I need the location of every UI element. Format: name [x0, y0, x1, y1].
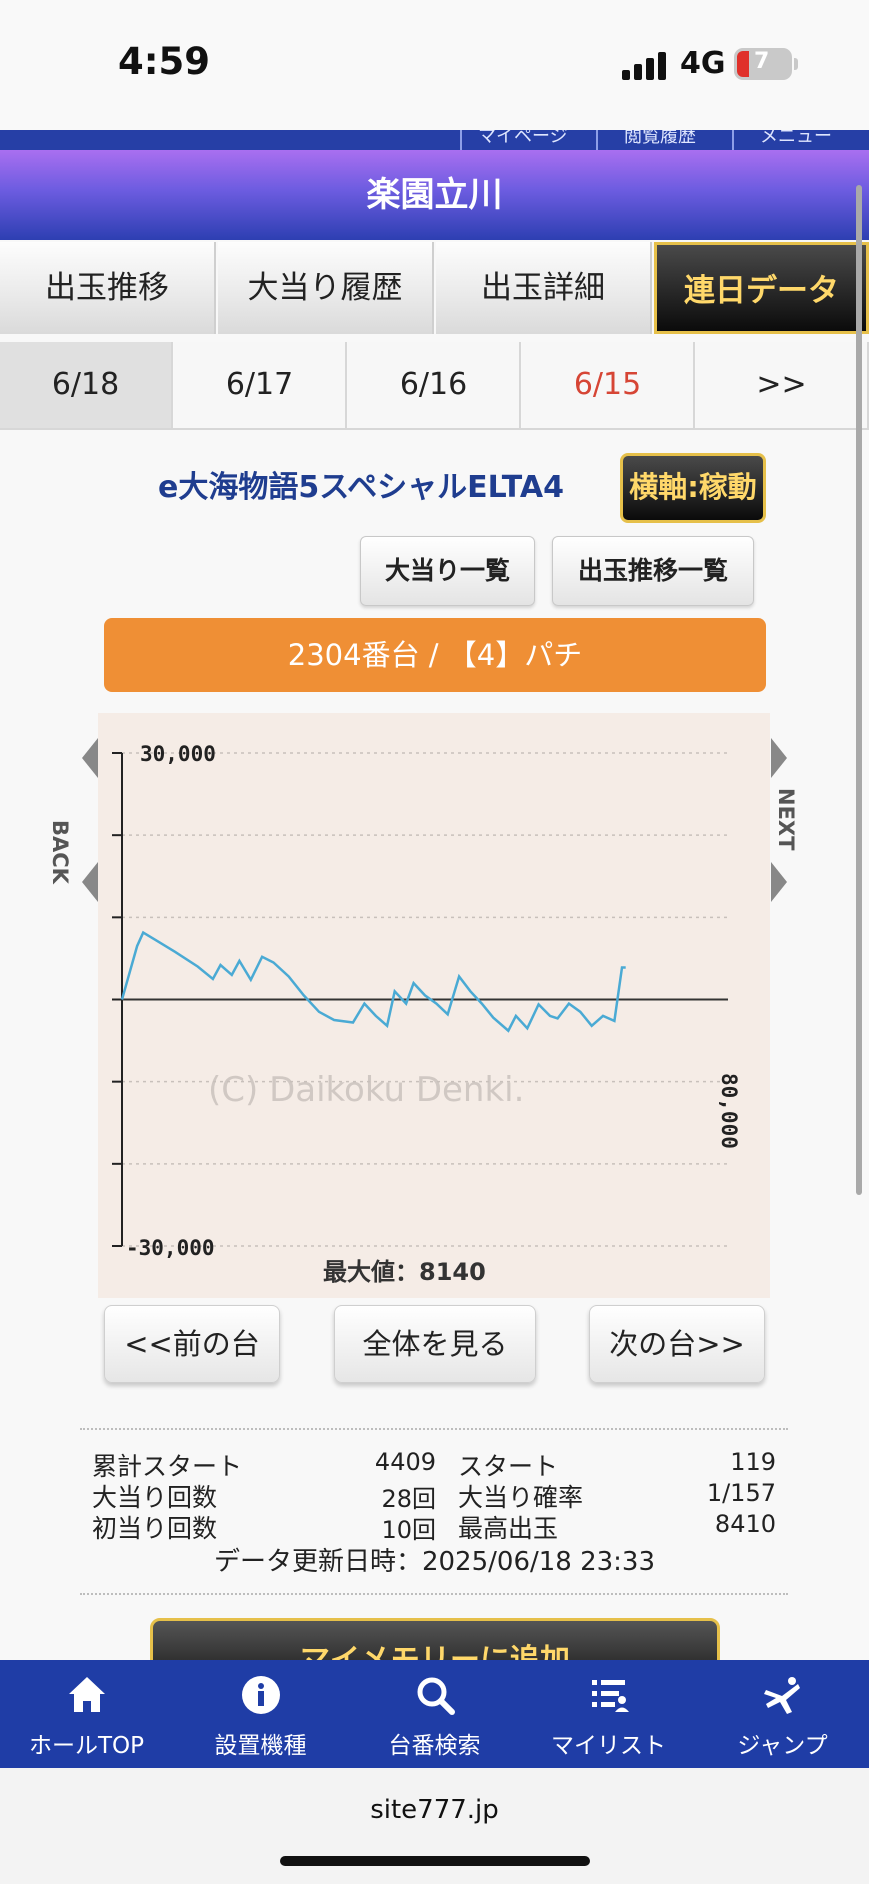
battery-level: 7	[754, 49, 770, 74]
tab-daily-data[interactable]: 連日データ	[654, 242, 869, 334]
tab-jackpot-history[interactable]: 大当り履歴	[218, 242, 434, 334]
bottom-nav: ホールTOP 設置機種 台番検索 マイリスト ジャンプ	[0, 1660, 869, 1768]
top-menu-strip: マイページ 閲覧履歴 メニュー	[0, 130, 869, 150]
divider	[80, 1428, 788, 1430]
info-icon	[242, 1676, 280, 1714]
scrollbar[interactable]	[856, 185, 862, 1195]
nav-installed-models[interactable]: 設置機種	[174, 1660, 347, 1768]
nav-label: マイリスト	[551, 1733, 666, 1759]
tab-output-detail[interactable]: 出玉詳細	[436, 242, 652, 334]
date-tab-more[interactable]: >>	[696, 342, 869, 428]
stat-value: 1/157	[706, 1479, 776, 1507]
nav-label: 台番検索	[388, 1733, 481, 1759]
nav-unit-search[interactable]: 台番検索	[348, 1660, 521, 1768]
max-value-label: 最大値：8140	[323, 1258, 486, 1286]
axis-toggle-button[interactable]: 横軸:稼動	[620, 453, 766, 523]
nav-label: 設置機種	[214, 1733, 307, 1759]
battery-tip	[794, 58, 798, 70]
output-chart: 30,000 -30,000 (C) Daikoku Denki. 80,000…	[98, 713, 770, 1298]
chart-svg: 30,000 -30,000 (C) Daikoku Denki. 80,000…	[112, 742, 741, 1286]
date-tab-0617[interactable]: 6/17	[174, 342, 347, 428]
jackpot-list-button[interactable]: 大当り一覧	[360, 536, 535, 606]
x-max-label: 80,000	[717, 1073, 741, 1149]
date-tab-0616[interactable]: 6/16	[348, 342, 521, 428]
y-ticks	[112, 752, 122, 1247]
nav-hall-top[interactable]: ホールTOP	[0, 1660, 173, 1768]
next-arrow-icon[interactable]	[771, 738, 787, 778]
data-updated-time: データ更新日時：2025/06/18 23:33	[213, 1547, 656, 1577]
stat-value: 4409	[374, 1448, 436, 1476]
home-icon	[69, 1677, 105, 1712]
date-tab-0618[interactable]: 6/18	[0, 342, 173, 428]
back-arrow-icon[interactable]	[82, 738, 98, 778]
date-tab-0615[interactable]: 6/15	[522, 342, 695, 428]
chart-series-line	[120, 930, 626, 1033]
trend-list-button[interactable]: 出玉推移一覧	[552, 536, 754, 606]
nav-my-list[interactable]: マイリスト	[522, 1660, 695, 1768]
stat-value: 8410	[714, 1510, 776, 1538]
stat-value: 119	[730, 1448, 776, 1476]
top-strip-item-mypage[interactable]: マイページ	[478, 130, 568, 148]
browser-url-bar[interactable]	[0, 1768, 869, 1884]
unit-banner: 2304番台 / 【4】パチ	[104, 618, 766, 692]
stat-label: 初当り回数	[92, 1514, 218, 1543]
stat-value: 28回	[381, 1485, 436, 1513]
stat-label: 最高出玉	[458, 1514, 559, 1543]
view-all-button[interactable]: 全体を見る	[334, 1305, 536, 1383]
divider	[80, 1593, 788, 1595]
divider	[0, 428, 869, 430]
list-icon	[592, 1680, 629, 1712]
jump-icon	[764, 1677, 800, 1714]
tab-output-trend[interactable]: 出玉推移	[0, 242, 216, 334]
y-tick-label-top: 30,000	[140, 742, 216, 766]
nav-jump[interactable]: ジャンプ	[696, 1660, 869, 1768]
home-indicator[interactable]	[280, 1856, 590, 1866]
page-header: 楽園立川	[0, 150, 869, 240]
search-icon	[417, 1677, 455, 1715]
back-arrow-icon[interactable]	[82, 862, 98, 902]
next-machine-button[interactable]: 次の台>>	[589, 1305, 765, 1383]
machine-name: e大海物語5スペシャルELTA4	[158, 470, 564, 505]
signal-icon	[622, 50, 668, 80]
top-strip-item-history[interactable]: 閲覧履歴	[624, 130, 696, 148]
top-strip-item-menu[interactable]: メニュー	[760, 130, 832, 148]
back-label[interactable]: BACK	[48, 820, 72, 930]
prev-machine-button[interactable]: <<前の台	[104, 1305, 280, 1383]
nav-label: ジャンプ	[737, 1733, 828, 1759]
status-time: 4:59	[118, 40, 211, 83]
battery-icon: 7	[734, 48, 792, 80]
nav-label: ホールTOP	[28, 1733, 145, 1759]
network-type: 4G	[680, 46, 726, 81]
url-text[interactable]: site777.jp	[0, 1795, 869, 1825]
y-tick-label-bottom: -30,000	[126, 1236, 215, 1260]
next-label[interactable]: NEXT	[774, 788, 798, 898]
chart-watermark: (C) Daikoku Denki.	[208, 1070, 524, 1110]
page-title: 楽園立川	[366, 175, 503, 215]
stat-value: 10回	[381, 1516, 436, 1544]
